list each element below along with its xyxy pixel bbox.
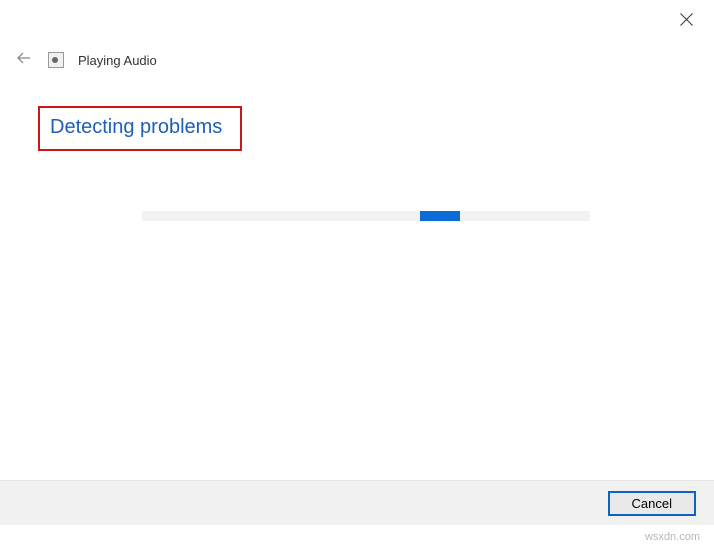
window-title: Playing Audio [78, 53, 157, 68]
cancel-button[interactable]: Cancel [608, 491, 696, 516]
close-button[interactable] [676, 12, 696, 32]
audio-troubleshooter-icon [48, 52, 64, 68]
footer-bar: Cancel [0, 480, 714, 525]
watermark-text: wsxdn.com [645, 531, 700, 543]
status-heading: Detecting problems [38, 106, 242, 151]
progress-indicator [420, 211, 460, 221]
header-bar: Playing Audio [14, 50, 157, 70]
close-icon [680, 13, 693, 31]
back-arrow-icon [16, 50, 32, 71]
back-button[interactable] [14, 50, 34, 70]
troubleshooter-window: Playing Audio Detecting problems Cancel … [0, 0, 714, 555]
progress-track [142, 211, 590, 221]
